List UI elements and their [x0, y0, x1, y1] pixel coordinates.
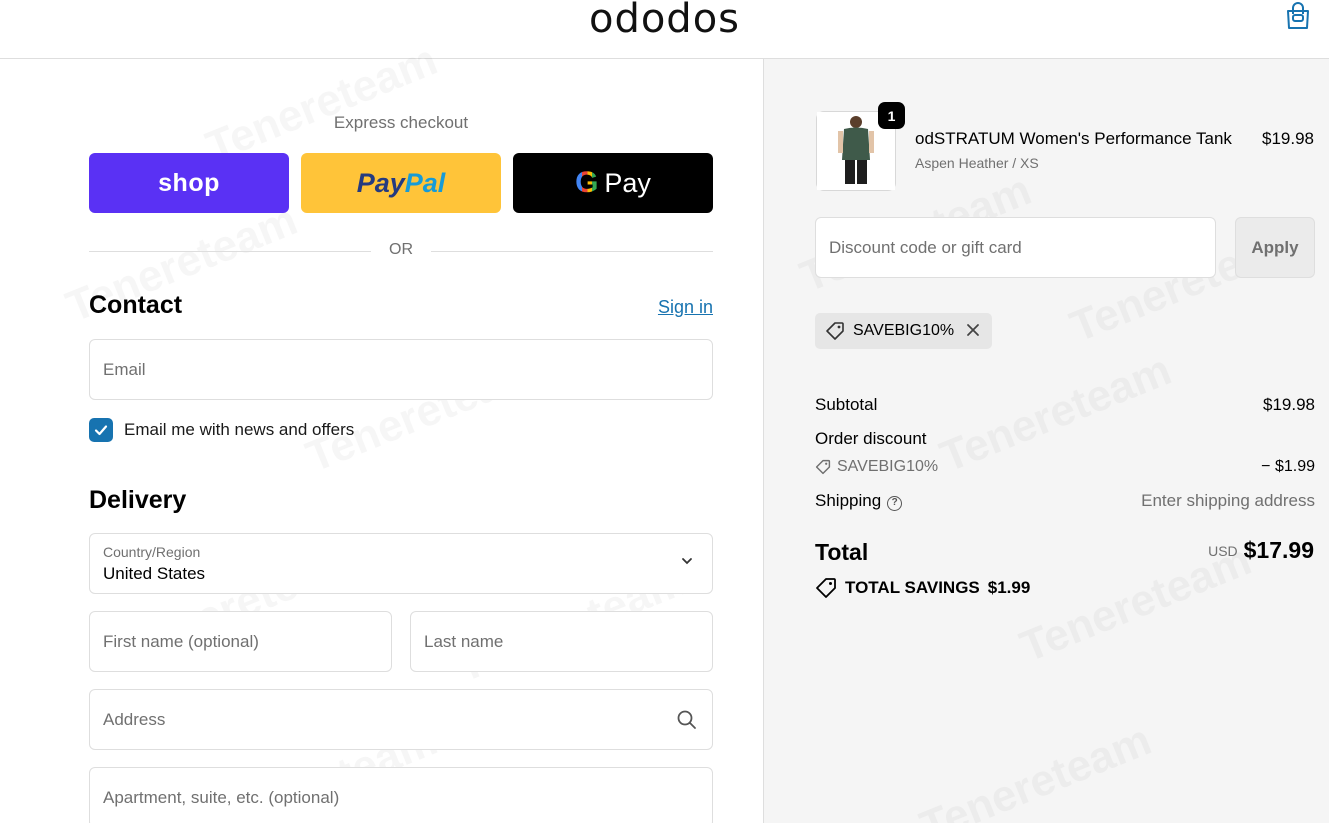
discount-code-row: SAVEBIG10% − $1.99: [815, 458, 1315, 480]
first-name-field[interactable]: First name (optional): [89, 611, 392, 672]
subtotal-label: Subtotal: [815, 395, 878, 414]
search-icon[interactable]: [676, 709, 698, 731]
express-checkout-title: Express checkout: [333, 113, 469, 132]
paypal-label-pal: Pal: [404, 167, 446, 198]
paypal-button[interactable]: Pay Pal: [301, 153, 501, 213]
savings-label: TOTAL SAVINGS: [845, 578, 980, 597]
total-value-wrap: USD $17.99: [1208, 537, 1314, 564]
question-mark-icon[interactable]: ?: [887, 496, 903, 511]
paypal-label-pay: Pay: [356, 167, 405, 198]
applied-code-text: SAVEBIG10%: [853, 322, 955, 339]
product-name: odSTRATUM Women's Performance Tank: [915, 129, 1232, 148]
contact-title: Contact: [89, 291, 183, 319]
newsletter-label: Email me with news and offers: [124, 420, 355, 439]
discount-value: − $1.99: [1261, 458, 1315, 475]
total-label: Total: [815, 539, 869, 565]
email-placeholder: Email: [103, 360, 146, 379]
product-variant: Aspen Heather / XS: [915, 155, 1039, 171]
newsletter-checkbox[interactable]: [89, 418, 113, 442]
apartment-field[interactable]: Apartment, suite, etc. (optional): [89, 767, 713, 823]
or-divider: OR: [89, 241, 713, 261]
sign-in-link[interactable]: Sign in: [658, 297, 713, 318]
shopping-bag-icon[interactable]: [1285, 2, 1311, 30]
subtotal-value: $19.98: [1263, 395, 1315, 414]
first-name-placeholder: First name (optional): [103, 632, 259, 651]
apply-button[interactable]: Apply: [1235, 217, 1315, 278]
apartment-placeholder: Apartment, suite, etc. (optional): [103, 788, 340, 807]
country-select[interactable]: Country/Region United States: [89, 533, 713, 594]
applied-discount-chip: SAVEBIG10%: [815, 313, 993, 349]
savings-value: $1.99: [987, 578, 1031, 597]
store-logo[interactable]: ododos: [0, 0, 1329, 42]
checkout-form: Tenereteam Tenereteam Tenereteam Teneret…: [0, 59, 763, 823]
quantity-badge: 1: [878, 102, 905, 129]
shipping-label: Shipping: [815, 491, 882, 510]
last-name-field[interactable]: Last name: [410, 611, 713, 672]
newsletter-checkbox-row[interactable]: Email me with news and offers: [89, 417, 354, 443]
google-pay-button[interactable]: G Pay: [513, 153, 713, 213]
discount-code-input[interactable]: Discount code or gift card: [815, 217, 1216, 278]
product-thumbnail: 1: [816, 102, 905, 191]
order-summary: Tenereteam Tenereteam Tenereteam Teneret…: [763, 59, 1329, 823]
email-field[interactable]: Email: [89, 339, 713, 400]
chevron-down-icon: [680, 554, 694, 573]
total-amount: $17.99: [1243, 537, 1314, 563]
checkmark-icon: [94, 425, 108, 436]
discount-placeholder: Discount code or gift card: [829, 238, 1022, 257]
shop-pay-label: shop: [158, 168, 220, 197]
remove-discount-icon[interactable]: [966, 321, 980, 342]
subtotal-row: Subtotal $19.98: [815, 395, 1315, 415]
total-savings: TOTAL SAVINGS $1.99: [815, 577, 1030, 599]
shipping-row: Shipping? Enter shipping address: [815, 491, 1315, 511]
or-text: OR: [389, 241, 413, 258]
discount-code-text: SAVEBIG10%: [837, 458, 939, 475]
order-discount-label: Order discount: [815, 429, 927, 448]
address-field[interactable]: Address: [89, 689, 713, 750]
last-name-placeholder: Last name: [424, 632, 504, 651]
address-placeholder: Address: [103, 710, 166, 729]
shipping-value: Enter shipping address: [1141, 491, 1315, 510]
country-label: Country/Region: [103, 544, 201, 560]
tag-icon: [815, 459, 831, 475]
header: ododos: [0, 0, 1329, 59]
google-pay-label: Pay: [604, 167, 651, 198]
country-value: United States: [103, 564, 206, 583]
delivery-title: Delivery: [89, 486, 187, 514]
product-price: $19.98: [1262, 129, 1314, 148]
savings-tag-icon: [816, 578, 836, 598]
order-discount-row: Order discount: [815, 429, 1315, 449]
google-g-icon: G: [575, 166, 599, 199]
total-currency: USD: [1208, 543, 1238, 559]
tag-icon: [826, 322, 844, 340]
shop-pay-button[interactable]: shop: [89, 153, 289, 213]
